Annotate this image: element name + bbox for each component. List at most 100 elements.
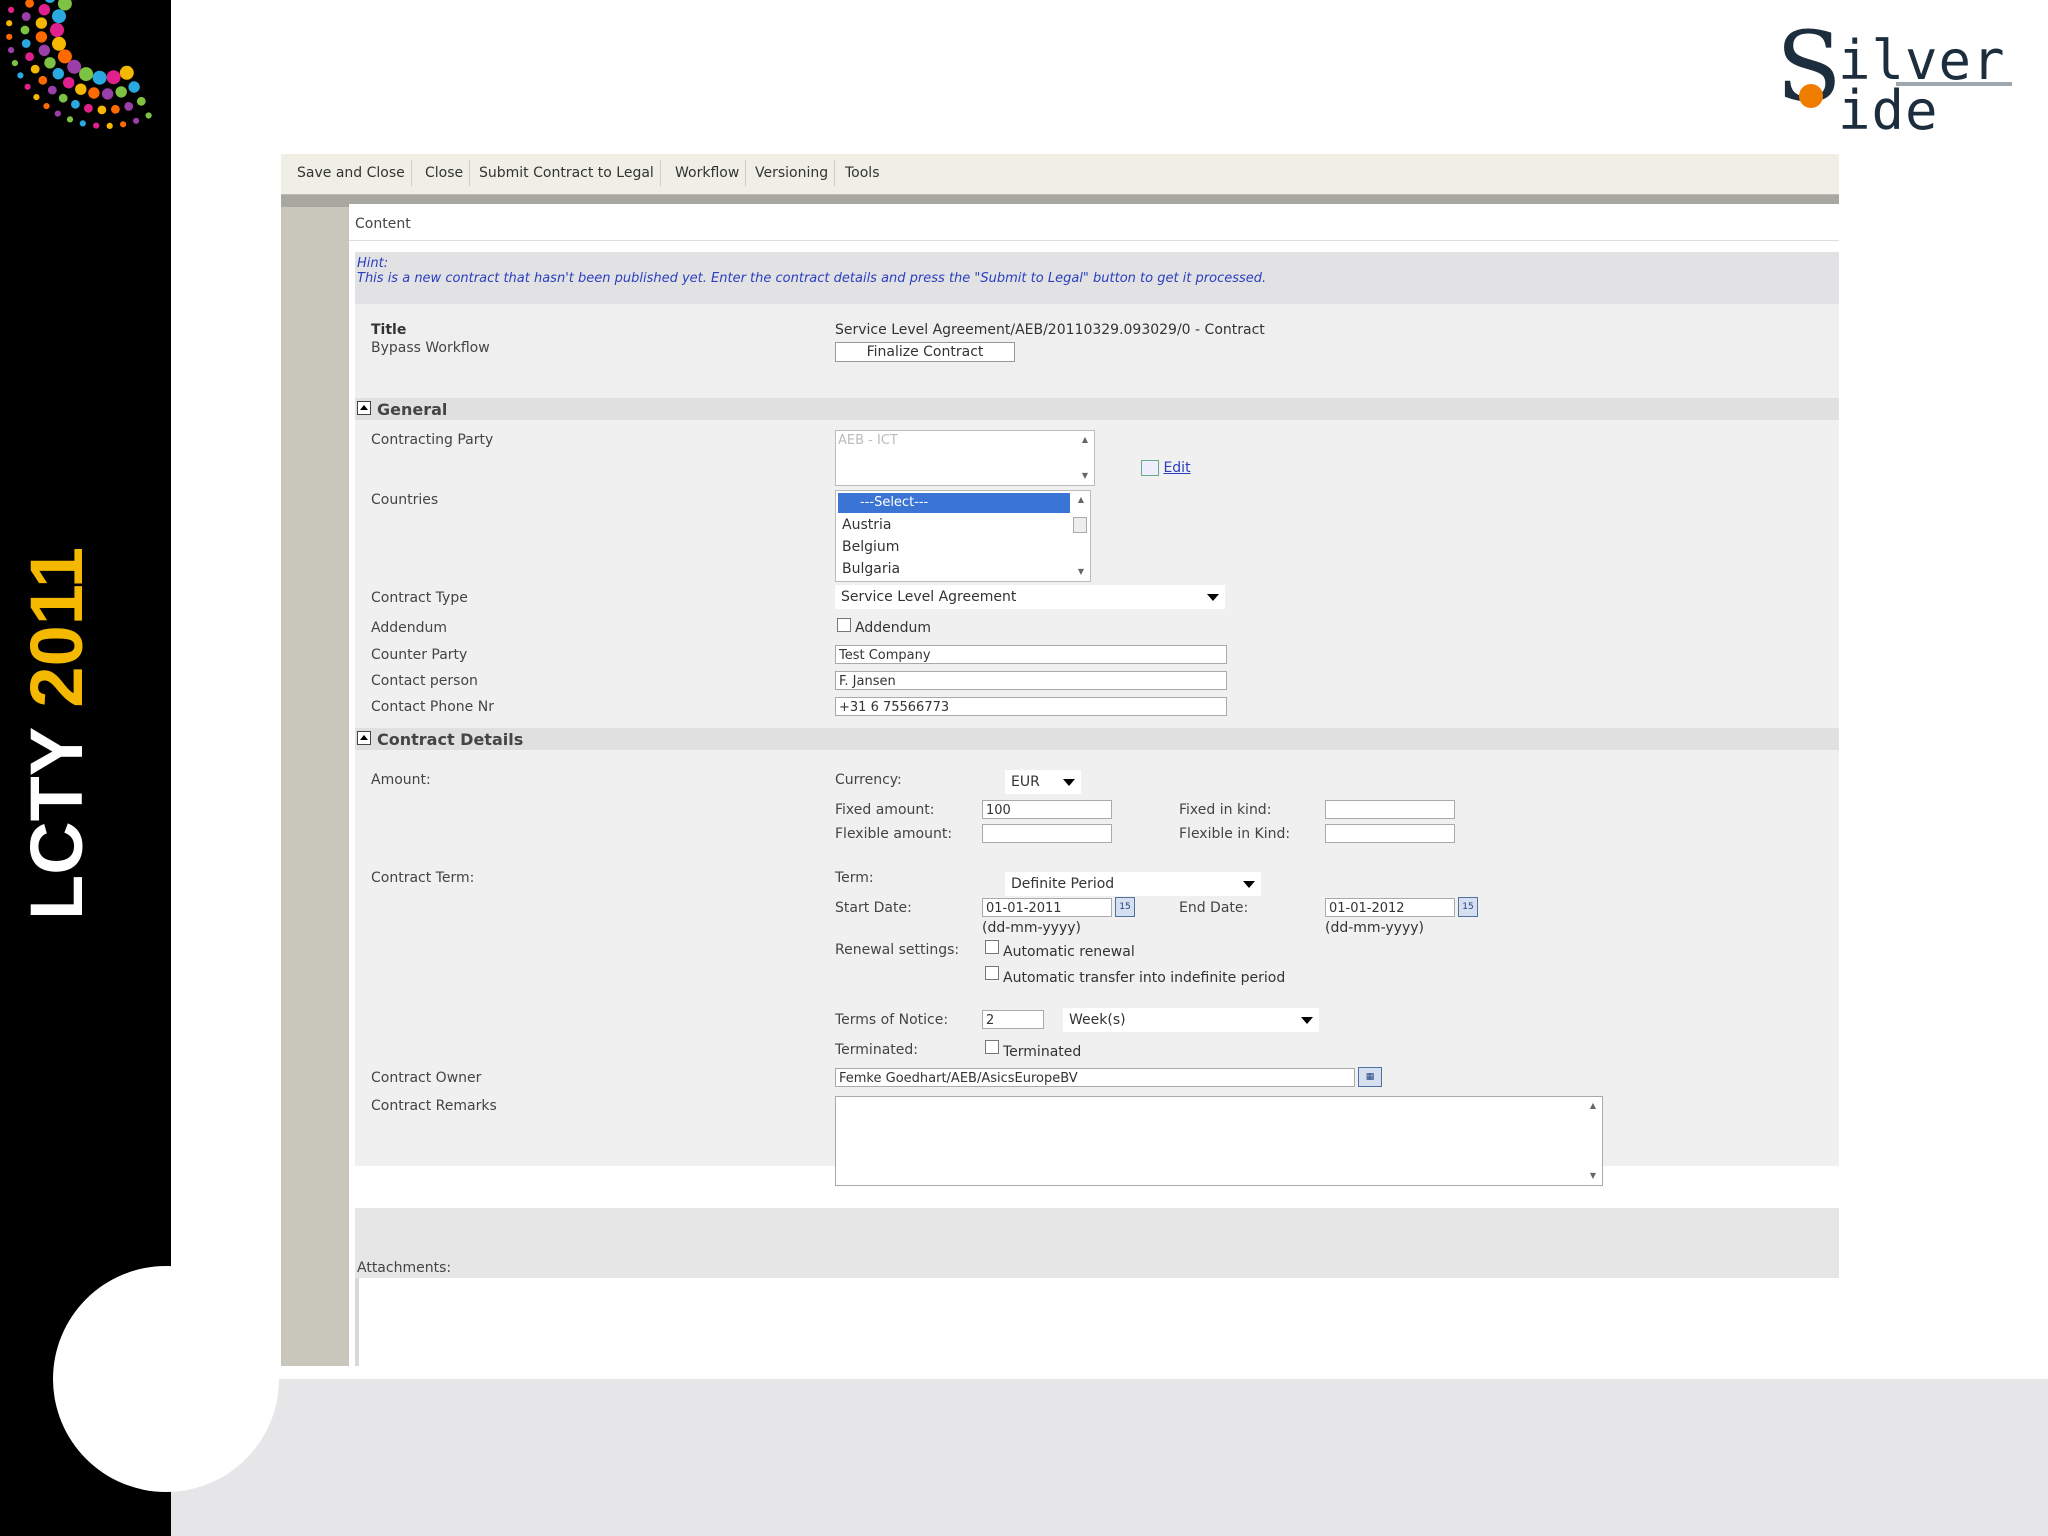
versioning-button[interactable]: Versioning [749, 160, 836, 186]
end-date-input[interactable]: 01-01-2012 [1325, 898, 1455, 917]
tab-content[interactable]: Content [355, 208, 411, 248]
decorative-dot [124, 102, 134, 111]
calendar-icon[interactable]: 15 [1458, 897, 1478, 917]
hint-title: Hint: [357, 256, 389, 271]
attachments-label: Attachments: [357, 1260, 452, 1276]
submit-to-legal-button[interactable]: Submit Contract to Legal [473, 160, 661, 186]
contracting-party-value: AEB - ICT [838, 433, 898, 448]
currency-select[interactable]: EUR [1005, 770, 1081, 794]
decorative-dot [24, 83, 31, 90]
amount-label: Amount: [371, 772, 431, 788]
country-option[interactable]: Bulgaria [842, 561, 900, 577]
counter-party-input[interactable]: Test Company [835, 645, 1227, 664]
address-book-icon[interactable]: ▦ [1358, 1067, 1382, 1087]
contract-remarks-textarea[interactable]: ▲ ▼ [835, 1096, 1603, 1186]
workflow-button[interactable]: Workflow [669, 160, 747, 186]
scroll-up-icon[interactable]: ▲ [1074, 493, 1088, 507]
decorative-dot [8, 6, 15, 13]
start-date-input[interactable]: 01-01-2011 [982, 898, 1112, 917]
decorative-dot [79, 67, 94, 82]
contracting-party-list[interactable]: AEB - ICT ▲ ▼ [835, 430, 1095, 486]
decorative-dot [101, 88, 114, 100]
term-value: Definite Period [1011, 876, 1115, 892]
automatic-renewal-label: Automatic renewal [1003, 944, 1135, 960]
decorative-dot [84, 103, 93, 113]
contract-details-section: Amount: Currency: EUR Fixed amount: 100 … [355, 752, 1839, 1186]
edit-icon [1141, 460, 1159, 476]
scrollbar-thumb[interactable] [1073, 517, 1087, 533]
decorative-dot [128, 81, 140, 93]
decorative-dot [115, 86, 127, 98]
notice-unit-select[interactable]: Week(s) [1063, 1008, 1319, 1032]
contract-type-select[interactable]: Service Level Agreement [835, 585, 1225, 609]
general-heading: General [377, 400, 448, 419]
country-option-selected[interactable]: ---Select--- [838, 493, 1070, 513]
currency-value: EUR [1011, 774, 1040, 790]
country-option[interactable]: Belgium [842, 539, 899, 555]
terminated-checkbox[interactable] [985, 1040, 999, 1054]
scroll-up-icon[interactable]: ▲ [1586, 1099, 1600, 1113]
save-and-close-button[interactable]: Save and Close [291, 160, 412, 186]
decorative-dot [62, 77, 75, 89]
flexible-amount-input[interactable] [982, 824, 1112, 843]
calendar-icon[interactable]: 15 [1115, 897, 1135, 917]
automatic-renewal-checkbox[interactable] [985, 940, 999, 954]
scroll-up-icon[interactable]: ▲ [1078, 433, 1092, 447]
contact-person-input[interactable]: F. Jansen [835, 671, 1227, 690]
tools-button[interactable]: Tools [839, 160, 886, 186]
decorative-dot [57, 0, 72, 11]
decorative-dot [43, 103, 50, 110]
decorative-dot [52, 68, 64, 80]
chevron-down-icon [1243, 881, 1255, 888]
edit-link[interactable]: Edit [1141, 460, 1191, 476]
end-date-format: (dd-mm-yyyy) [1325, 920, 1424, 936]
terminated-checkbox-label: Terminated [1003, 1044, 1082, 1060]
decorative-dot [6, 33, 13, 40]
decorative-dot [11, 60, 18, 67]
decorative-dot [33, 94, 40, 101]
addendum-checkbox[interactable] [837, 618, 851, 632]
collapse-toggle-icon[interactable] [357, 731, 371, 745]
contact-phone-label: Contact Phone Nr [371, 699, 494, 715]
decorative-dot [8, 47, 15, 54]
country-option[interactable]: Austria [842, 517, 891, 533]
decorative-dot [6, 20, 13, 27]
scroll-down-icon[interactable]: ▼ [1074, 565, 1088, 579]
scroll-down-icon[interactable]: ▼ [1586, 1169, 1600, 1183]
general-header[interactable]: General [355, 398, 1839, 420]
contact-phone-input[interactable]: +31 6 75566773 [835, 697, 1227, 716]
flexible-in-kind-input[interactable] [1325, 824, 1455, 843]
contract-details-header[interactable]: Contract Details [355, 728, 1839, 750]
contact-person-label: Contact person [371, 673, 478, 689]
fixed-in-kind-input[interactable] [1325, 800, 1455, 819]
terms-of-notice-input[interactable]: 2 [982, 1010, 1044, 1029]
attachments-section: Attachments: [355, 1208, 1839, 1278]
decorative-dot [38, 75, 48, 85]
flexible-amount-label: Flexible amount: [835, 826, 953, 842]
fixed-amount-input[interactable]: 100 [982, 800, 1112, 819]
close-button[interactable]: Close [419, 160, 471, 186]
terms-of-notice-label: Terms of Notice: [835, 1012, 949, 1028]
fixed-amount-label: Fixed amount: [835, 802, 935, 818]
end-date-label: End Date: [1179, 900, 1249, 916]
finalize-contract-button[interactable]: Finalize Contract [835, 342, 1015, 362]
decorative-dot [136, 96, 146, 106]
countries-listbox[interactable]: ---Select--- Austria Belgium Bulgaria ▲ … [835, 490, 1091, 582]
decorative-dot [25, 52, 34, 62]
decorative-dot [120, 121, 127, 128]
decorative-dot [88, 87, 100, 99]
currency-label: Currency: [835, 772, 902, 788]
decorative-dot [52, 9, 66, 24]
automatic-transfer-checkbox[interactable] [985, 966, 999, 980]
term-select[interactable]: Definite Period [1005, 872, 1261, 896]
decorative-dot [54, 110, 61, 117]
start-date-format: (dd-mm-yyyy) [982, 920, 1081, 936]
collapse-toggle-icon[interactable] [357, 401, 371, 415]
decorative-dot [71, 99, 80, 109]
scroll-down-icon[interactable]: ▼ [1078, 469, 1092, 483]
addendum-checkbox-label: Addendum [855, 620, 931, 636]
decorative-dot [92, 70, 107, 85]
decorative-dot [97, 105, 107, 115]
contract-owner-input[interactable]: Femke Goedhart/AEB/AsicsEuropeBV [835, 1068, 1355, 1087]
renewal-settings-label: Renewal settings: [835, 942, 960, 958]
